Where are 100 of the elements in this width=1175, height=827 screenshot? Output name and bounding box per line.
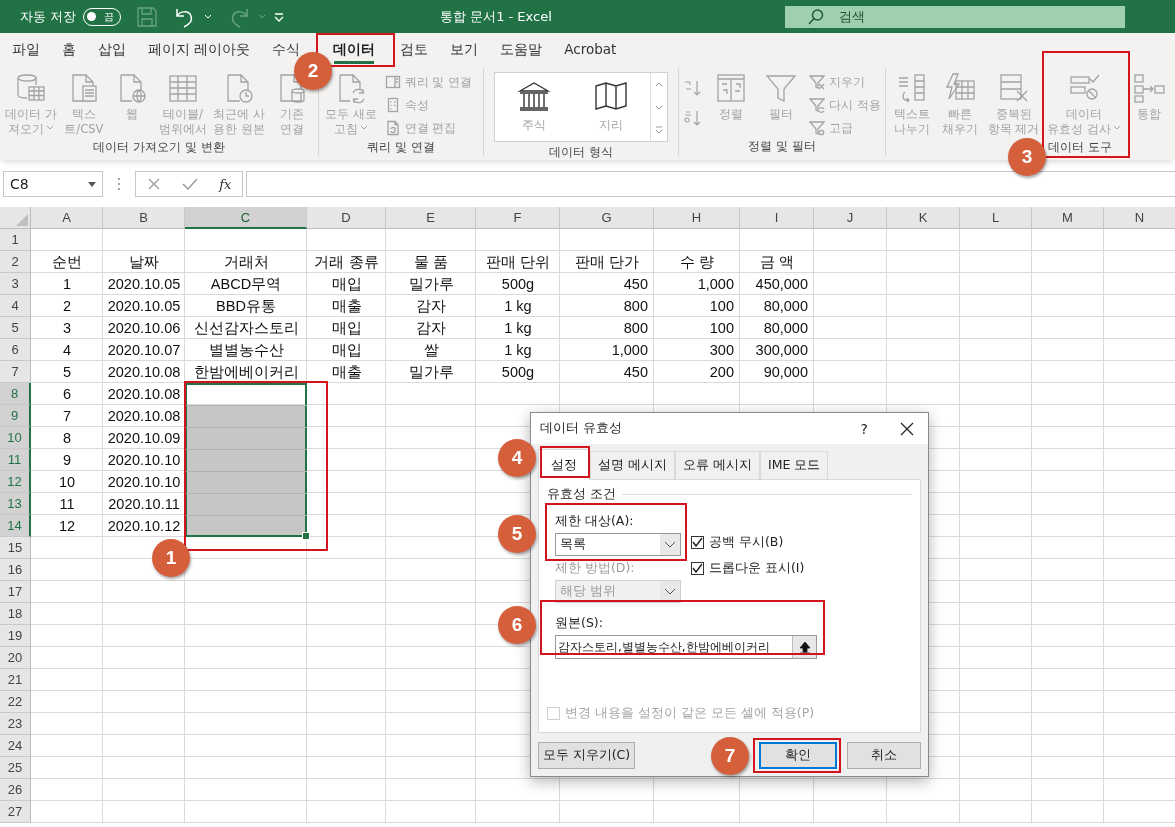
table-cell-text: 500g bbox=[500, 275, 536, 294]
table-cell-text: 300,000 bbox=[754, 341, 809, 360]
checkbox[interactable] bbox=[691, 536, 704, 549]
column-header[interactable]: H bbox=[654, 207, 740, 229]
table-cell-text: 500g bbox=[500, 363, 536, 382]
row-header[interactable]: 17 bbox=[0, 581, 31, 603]
row-header[interactable]: 27 bbox=[0, 801, 31, 823]
row-header[interactable]: 6 bbox=[0, 339, 31, 361]
checkbox-label: 변경 내용을 설정이 같은 모든 셀에 적용(P) bbox=[565, 705, 815, 722]
row-header[interactable]: 25 bbox=[0, 757, 31, 779]
row-header[interactable]: 13 bbox=[0, 493, 31, 515]
dialog-button[interactable]: 확인 bbox=[759, 742, 837, 769]
row-header[interactable]: 5 bbox=[0, 317, 31, 339]
row-header[interactable]: 9 bbox=[0, 405, 31, 427]
select-all-button[interactable] bbox=[0, 207, 31, 229]
table-cell-text: 200 bbox=[708, 363, 735, 382]
fill-handle[interactable] bbox=[302, 532, 310, 540]
column-header[interactable]: N bbox=[1104, 207, 1175, 229]
row-header[interactable]: 8 bbox=[0, 383, 31, 405]
dialog-tab[interactable]: 설명 메시지 bbox=[590, 451, 675, 479]
ribbon-tab[interactable]: 파일 bbox=[12, 40, 40, 58]
column-header[interactable]: B bbox=[103, 207, 185, 229]
group-label: 데이터 형식 bbox=[549, 144, 613, 161]
row-header[interactable]: 2 bbox=[0, 251, 31, 273]
ribbon-tab[interactable]: 홈 bbox=[62, 40, 76, 58]
row-header[interactable]: 23 bbox=[0, 713, 31, 735]
row-header[interactable]: 14 bbox=[0, 515, 31, 537]
column-header[interactable]: M bbox=[1032, 207, 1104, 229]
dialog-button[interactable]: 모두 지우기(C) bbox=[538, 742, 635, 769]
table-cell-text: 11 bbox=[58, 495, 76, 514]
ribbon-tab[interactable]: 검토 bbox=[400, 40, 429, 58]
table-cell-text: 금 액 bbox=[759, 252, 795, 272]
table-cell-text: 순번 bbox=[51, 252, 83, 272]
allow-dropdown[interactable]: 목록 bbox=[555, 533, 681, 556]
ribbon-tab[interactable]: Acrobat bbox=[564, 40, 617, 58]
table-cell-text: 수 량 bbox=[679, 252, 715, 272]
customize-icon[interactable] bbox=[273, 11, 286, 22]
column-header[interactable]: F bbox=[476, 207, 560, 229]
row-header[interactable]: 19 bbox=[0, 625, 31, 647]
ribbon-tab[interactable]: 삽입 bbox=[98, 40, 126, 58]
insert-function-button[interactable]: fx bbox=[219, 176, 232, 192]
ribbon-tab[interactable]: 도움말 bbox=[500, 40, 543, 58]
check-icon[interactable] bbox=[181, 177, 198, 191]
step-badge: 3 bbox=[1008, 138, 1046, 176]
column-header[interactable]: L bbox=[960, 207, 1032, 229]
row-header[interactable]: 16 bbox=[0, 559, 31, 581]
column-header[interactable]: G bbox=[560, 207, 654, 229]
funnel-gear-icon bbox=[809, 120, 826, 136]
table-cell-text: 4 bbox=[61, 341, 73, 360]
group-label: 정렬 및 필터 bbox=[748, 138, 816, 155]
save-icon[interactable] bbox=[136, 5, 159, 28]
close-icon[interactable] bbox=[900, 421, 914, 436]
dialog-tab[interactable]: 오류 메시지 bbox=[675, 451, 760, 479]
table-cell-text: 2020.10.12 bbox=[106, 517, 182, 536]
column-header[interactable]: J bbox=[814, 207, 887, 229]
ribbon-tab[interactable]: 페이지 레이아웃 bbox=[148, 40, 251, 58]
row-header[interactable]: 21 bbox=[0, 669, 31, 691]
table-cell-text: 6 bbox=[61, 385, 73, 404]
column-header[interactable]: C bbox=[185, 207, 307, 229]
column-header[interactable]: K bbox=[887, 207, 960, 229]
table-cell-text: 800 bbox=[622, 319, 649, 338]
caret-icon[interactable] bbox=[204, 13, 213, 20]
dialog-tab[interactable]: IME 모드 bbox=[759, 451, 829, 479]
row-header[interactable]: 26 bbox=[0, 779, 31, 801]
table-cell-text: 매출 bbox=[330, 296, 363, 316]
checkbox-label: 공백 무시(B) bbox=[709, 534, 784, 551]
row-header[interactable]: 18 bbox=[0, 603, 31, 625]
column-header[interactable]: D bbox=[307, 207, 386, 229]
table-cell-text: 100 bbox=[708, 297, 735, 316]
table-cell-text: 7 bbox=[61, 407, 73, 426]
row-header[interactable]: 11 bbox=[0, 449, 31, 471]
table-cell-text: 쌀 bbox=[422, 340, 440, 360]
row-header[interactable]: 24 bbox=[0, 735, 31, 757]
ribbon-tab[interactable]: 데이터 bbox=[333, 40, 376, 64]
search-field[interactable]: 검색 bbox=[785, 5, 1125, 28]
row-header[interactable]: 15 bbox=[0, 537, 31, 559]
table-cell-text: 밀가루 bbox=[407, 362, 455, 382]
row-header[interactable]: 1 bbox=[0, 229, 31, 251]
row-header[interactable]: 22 bbox=[0, 691, 31, 713]
row-header[interactable]: 7 bbox=[0, 361, 31, 383]
row-header[interactable]: 12 bbox=[0, 471, 31, 493]
formula-input[interactable] bbox=[246, 171, 1175, 197]
bank-icon bbox=[516, 80, 551, 111]
table-cell-text: 2020.10.08 bbox=[106, 385, 182, 404]
row-header[interactable]: 3 bbox=[0, 273, 31, 295]
dialog-button[interactable]: 취소 bbox=[847, 742, 921, 769]
table-cell-text: 2020.10.11 bbox=[107, 495, 181, 514]
ribbon-tab[interactable]: 보기 bbox=[450, 40, 479, 58]
help-button[interactable]: ? bbox=[860, 420, 868, 437]
table-cell-text: 1,000 bbox=[610, 341, 649, 360]
table-cell-text: 판매 단위 bbox=[485, 252, 551, 272]
row-header[interactable]: 20 bbox=[0, 647, 31, 669]
name-box[interactable]: C8 bbox=[3, 171, 103, 197]
column-header[interactable]: A bbox=[31, 207, 103, 229]
cancel-icon[interactable] bbox=[146, 177, 161, 191]
column-header[interactable]: E bbox=[386, 207, 476, 229]
row-header[interactable]: 4 bbox=[0, 295, 31, 317]
row-header[interactable]: 10 bbox=[0, 427, 31, 449]
checkbox[interactable] bbox=[691, 562, 704, 575]
column-header[interactable]: I bbox=[740, 207, 814, 229]
